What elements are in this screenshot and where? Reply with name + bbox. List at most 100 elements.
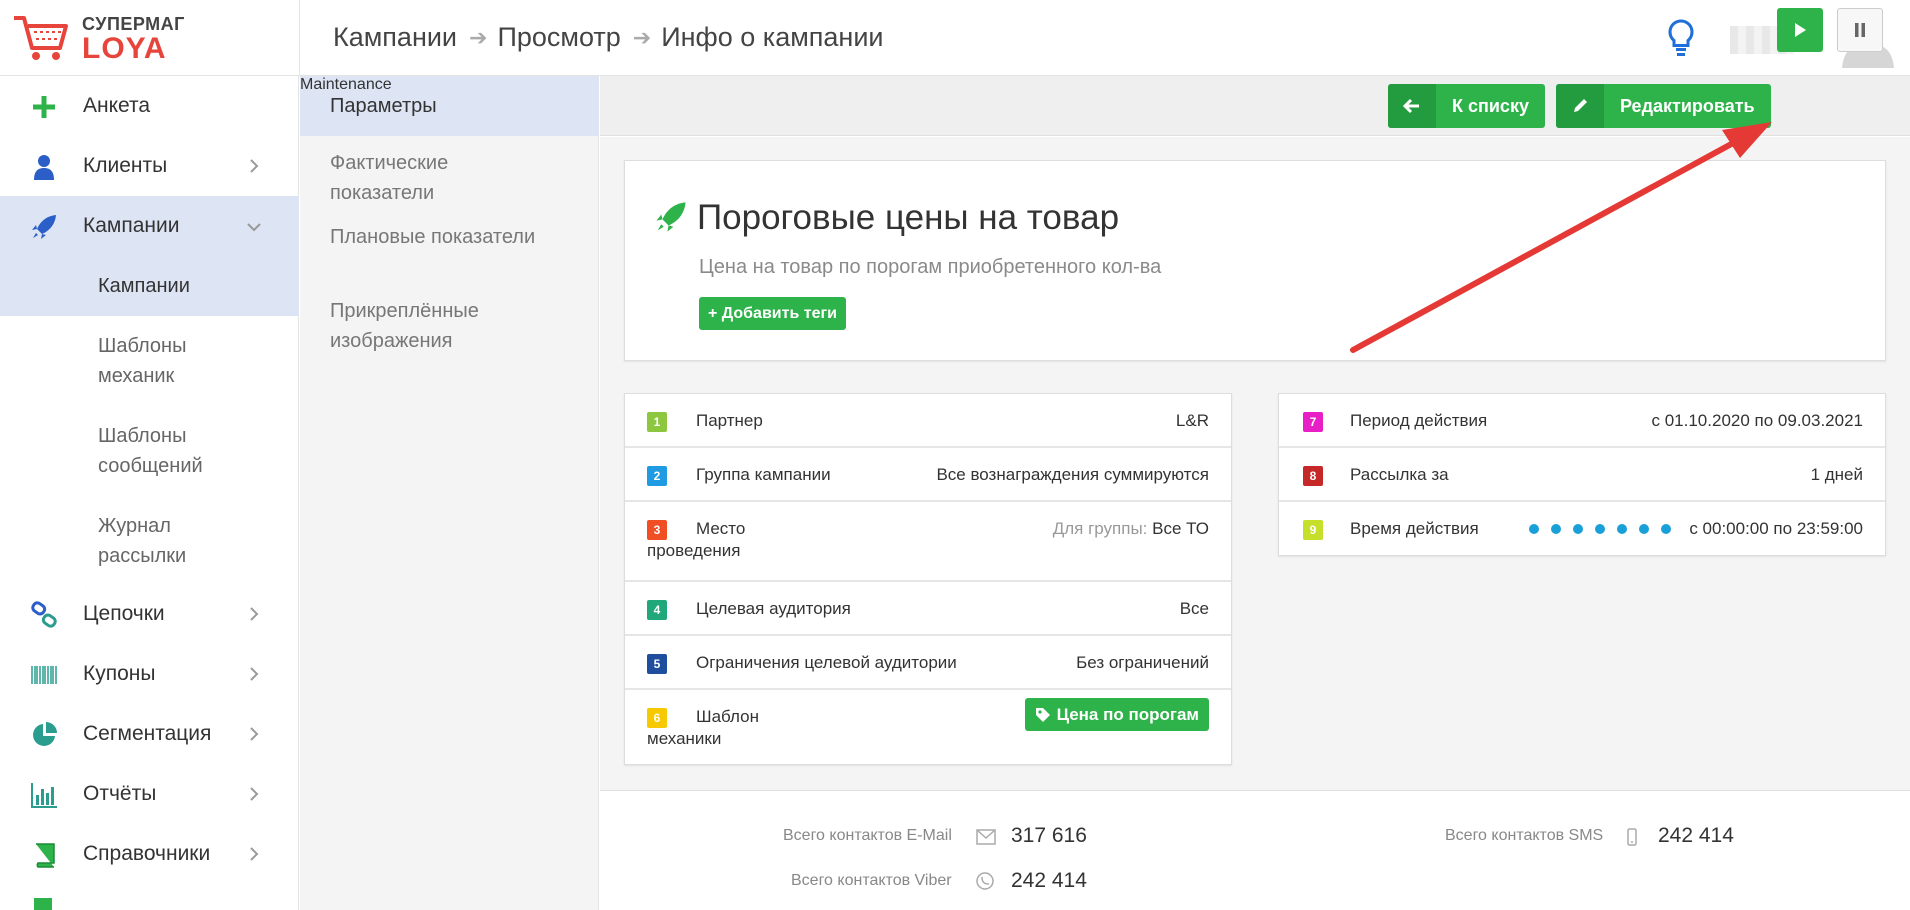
arrow-right-icon: ➔ [469, 24, 488, 50]
weekday-dot [1529, 524, 1539, 534]
row-number-badge: 5 [647, 654, 667, 674]
sidebar-subitem-message-templates[interactable]: Шаблоны сообщений [0, 406, 299, 496]
back-to-list-label: К списку [1452, 95, 1529, 116]
row-value: с 01.10.2020 по 09.03.2021 [1651, 411, 1864, 430]
sidebar-item-segmentation[interactable]: Сегментация [0, 704, 299, 764]
weekday-dot [1617, 524, 1627, 534]
lightbulb-icon[interactable] [1666, 18, 1696, 58]
submenu-item-actual-metrics[interactable]: Фактические показатели [300, 148, 599, 208]
table-row: 6 Шаблон механики Цена по порогам [625, 690, 1231, 766]
row-number-badge: 4 [647, 600, 667, 620]
chevron-right-icon [250, 847, 259, 861]
table-row: 2 Группа кампании Все вознаграждения сум… [625, 448, 1231, 502]
row-label: Место проведения [647, 519, 746, 560]
sidebar-item-campaigns[interactable]: Кампании [0, 196, 299, 256]
chevron-right-icon [250, 727, 259, 741]
sidebar-subitem-mailing-log[interactable]: Журнал рассылки [0, 496, 299, 586]
sidebar-item-chains[interactable]: Цепочки [0, 584, 299, 644]
edit-button[interactable]: Редактировать [1556, 84, 1771, 128]
row-number-badge: 8 [1303, 466, 1323, 486]
stat-sms-label: Всего контактов SMS [1445, 827, 1604, 844]
row-label: Шаблон механики [647, 707, 759, 748]
submenu-item-attached-images[interactable]: Прикреплённые изображения [300, 296, 599, 356]
row-label: Ограничения целевой аудитории [696, 653, 957, 672]
book-icon [36, 843, 55, 868]
viber-icon [976, 872, 994, 890]
document-icon [34, 898, 52, 910]
arrow-left-icon [1388, 84, 1436, 128]
weekday-dot [1639, 524, 1649, 534]
sidebar-item-label: Цепочки [83, 602, 165, 625]
row-label: Партнер [696, 411, 763, 430]
row-number-badge: 7 [1303, 412, 1323, 432]
sidebar-item-clients[interactable]: Клиенты [0, 136, 299, 196]
sidebar-item-label: Отчёты [83, 782, 157, 805]
row-value: Все [1179, 599, 1209, 618]
row-value: Все вознаграждения суммируются [936, 465, 1209, 484]
submenu-item-label: Фактические показатели [330, 152, 449, 204]
table-row: 3 Место проведения Для группы: Все ТО [625, 502, 1231, 582]
sidebar-subitem-campaigns[interactable]: Кампании [0, 256, 299, 316]
table-row: 1 Партнер L&R [625, 394, 1231, 448]
row-label: Время действия [1350, 519, 1479, 538]
chevron-right-icon [250, 159, 259, 173]
sidebar-item-label: Анкета [83, 94, 151, 117]
campaign-title: Пороговые цены на товар [697, 198, 1120, 237]
submenu-item-planned-metrics[interactable]: Плановые показатели [300, 222, 599, 262]
stat-viber-value: 242 414 [1011, 869, 1087, 892]
submenu-item-parameters[interactable]: Параметры Maintenance [300, 76, 599, 136]
mechanic-template-button[interactable]: Цена по порогам [1024, 698, 1209, 731]
bar-chart-icon [31, 783, 57, 808]
chevron-down-icon [247, 223, 261, 232]
mechanic-template-label: Цена по порогам [1056, 704, 1199, 724]
sidebar-item-anketa[interactable]: Анкета [0, 76, 299, 136]
rocket-icon [32, 215, 56, 239]
logo[interactable]: СУПЕРМАГ LOYA [12, 10, 300, 70]
tag-icon [1035, 707, 1050, 722]
pause-button[interactable] [1837, 8, 1883, 52]
back-to-list-button[interactable]: К списку [1388, 84, 1545, 128]
pencil-icon [1556, 84, 1604, 128]
row-number-badge: 2 [647, 466, 667, 486]
sidebar-item-label: Сегментация [83, 722, 212, 745]
chevron-right-icon [250, 607, 259, 621]
params-table-left: 1 Партнер L&R 2 Группа кампании Все возн… [624, 393, 1232, 765]
chevron-right-icon [250, 667, 259, 681]
table-row: 4 Целевая аудитория Все [625, 582, 1231, 636]
sidebar-item-label: Справочники [83, 842, 211, 865]
weekday-dot [1573, 524, 1583, 534]
stat-email-value: 317 616 [1011, 824, 1087, 847]
breadcrumb-item-campaigns[interactable]: Кампании [333, 22, 457, 53]
sidebar-item-references[interactable]: Справочники [0, 824, 299, 884]
row-value: Все ТО [1152, 519, 1209, 538]
sidebar-item-reports[interactable]: Отчёты [0, 764, 299, 824]
pie-icon [33, 722, 57, 746]
sidebar-subitem-label: Кампании [98, 275, 190, 297]
table-row: 8 Рассылка за 1 дней [1279, 448, 1885, 502]
sidebar-subitem-mechanic-templates[interactable]: Шаблоны механик [0, 316, 299, 406]
sidebar-item-coupons[interactable]: Купоны [0, 644, 299, 704]
sidebar-subitem-label: Шаблоны сообщений [98, 425, 203, 477]
breadcrumb-item-info: Инфо о кампании [661, 22, 884, 52]
campaign-description: Цена на товар по порогам приобретенного … [699, 256, 1162, 278]
action-toolbar: К списку Редактировать [600, 76, 1910, 136]
campaign-submenu: Параметры Maintenance Фактические показа… [300, 76, 599, 910]
add-tags-button[interactable]: + Добавить теги [699, 297, 846, 330]
breadcrumb-item-view[interactable]: Просмотр [497, 22, 620, 53]
row-number-badge: 1 [647, 412, 667, 432]
breadcrumb: Кампании ➔ Просмотр ➔ Инфо о кампании [333, 22, 883, 53]
sidebar-item-label: Купоны [83, 662, 156, 685]
sidebar-item-partial[interactable] [0, 884, 299, 910]
row-value: Без ограничений [1076, 653, 1209, 672]
user-icon [34, 155, 54, 180]
brand-name-bottom: LOYA [82, 32, 167, 65]
row-label: Период действия [1350, 411, 1488, 430]
weekday-dot [1551, 524, 1561, 534]
rocket-icon [656, 202, 686, 232]
chain-icon [31, 601, 57, 628]
play-button[interactable] [1777, 8, 1823, 52]
stat-viber-label: Всего контактов Viber [791, 872, 952, 889]
row-label: Рассылка за [1350, 465, 1449, 484]
top-header: СУПЕРМАГ LOYA Кампании ➔ Просмотр ➔ Инфо… [0, 0, 1910, 76]
edit-label: Редактировать [1620, 95, 1755, 116]
